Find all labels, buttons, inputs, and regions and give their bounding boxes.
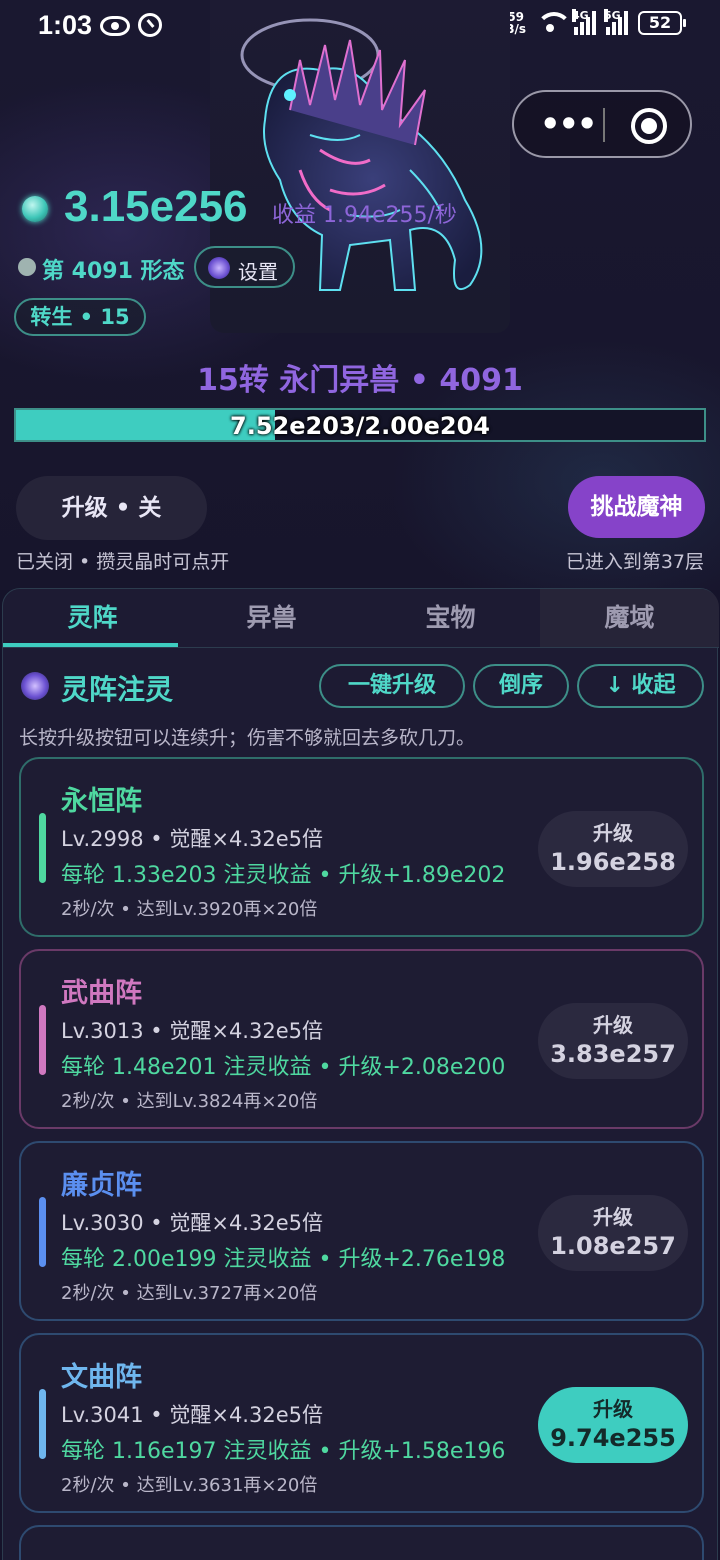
signal-4g-label: 4G [572, 8, 589, 22]
tab-bar: 灵阵 异兽 宝物 魔域 [3, 589, 719, 647]
formation-income: 每轮 2.00e199 注灵收益 • 升级+2.76e198 [61, 1247, 506, 1272]
wifi-icon [536, 11, 572, 34]
section-hint: 长按升级按钮可以连续升；伤害不够就回去多砍几刀。 [19, 727, 476, 749]
miniprogram-capsule: ••• [512, 90, 692, 158]
crystal-count: 3.15e256 [64, 182, 248, 231]
upgrade-button[interactable]: 升级 1.96e258 [538, 811, 688, 887]
formation-name: 武曲阵 [61, 978, 142, 1009]
challenge-demon-button[interactable]: 挑战魔神 [568, 476, 705, 538]
alarm-icon [138, 13, 162, 37]
upgrade-label: 升级 [593, 1013, 633, 1037]
formation-accent-bar [39, 1197, 46, 1267]
formation-orb-icon [21, 672, 49, 700]
upgrade-label: 升级 [593, 1397, 633, 1421]
clock: 1:03 [38, 10, 93, 40]
signal-5g-icon: 5G [604, 8, 628, 35]
auto-upgrade-toggle[interactable]: 升级 • 关 [16, 476, 207, 540]
settings-button[interactable]: 设置 [194, 246, 295, 288]
tab-treasure[interactable]: 宝物 [361, 589, 540, 647]
close-miniprogram-icon[interactable] [631, 108, 667, 144]
formation-rate: 2秒/次 • 达到Lv.3631再×20倍 [61, 1475, 318, 1496]
form-number: 第 4091 形态 [42, 259, 185, 284]
capsule-divider [603, 108, 605, 142]
progress-text: 7.52e203/2.00e204 [230, 412, 490, 440]
formation-level: Lv.3041 • 觉醒×4.32e5倍 [61, 1403, 323, 1427]
orb-icon [208, 257, 230, 279]
formation-rate: 2秒/次 • 达到Lv.3920再×20倍 [61, 899, 318, 920]
layer-progress-note: 已进入到第37层 [565, 551, 704, 573]
upgrade-cost: 9.74e255 [550, 1424, 676, 1452]
formation-rate: 2秒/次 • 达到Lv.3727再×20倍 [61, 1283, 318, 1304]
stage-progress-bar: 7.52e203/2.00e204 [14, 408, 706, 442]
skull-icon [18, 258, 36, 276]
settings-label: 设置 [238, 260, 278, 284]
formation-name: 文曲阵 [61, 1362, 142, 1393]
upgrade-label: 升级 [593, 821, 633, 845]
formation-card: 武曲阵 Lv.3013 • 觉醒×4.32e5倍 每轮 1.48e201 注灵收… [19, 949, 704, 1129]
formation-name: 廉贞阵 [61, 1170, 142, 1201]
eye-icon [100, 16, 130, 36]
formation-rate: 2秒/次 • 达到Lv.3824再×20倍 [61, 1091, 318, 1112]
signal-4g-icon: 4G [572, 8, 596, 35]
upgrade-cost: 1.96e258 [550, 848, 676, 876]
rebirth-badge[interactable]: 转生 • 15 [14, 298, 146, 336]
upgrade-label: 升级 [593, 1205, 633, 1229]
formation-card: 廉贞阵 Lv.3030 • 觉醒×4.32e5倍 每轮 2.00e199 注灵收… [19, 1141, 704, 1321]
formation-income: 每轮 1.16e197 注灵收益 • 升级+1.58e196 [61, 1439, 506, 1464]
signal-5g-label: 5G [604, 8, 621, 22]
auto-upgrade-note: 已关闭 • 攒灵晶时可点开 [16, 551, 230, 573]
income-rate: 收益 1.94e255/秒 [272, 203, 457, 228]
tab-formation[interactable]: 灵阵 [3, 589, 182, 647]
formation-card: 永恒阵 Lv.2998 • 觉醒×4.32e5倍 每轮 1.33e203 注灵收… [19, 757, 704, 937]
upgrade-button[interactable]: 升级 1.08e257 [538, 1195, 688, 1271]
formation-accent-bar [39, 1389, 46, 1459]
stage-title: 15转 永门异兽 • 4091 [197, 363, 523, 398]
formation-card-partial [19, 1525, 704, 1560]
formation-income: 每轮 1.48e201 注灵收益 • 升级+2.08e200 [61, 1055, 506, 1080]
formation-accent-bar [39, 1005, 46, 1075]
reverse-order-button[interactable]: 倒序 [473, 664, 569, 708]
tab-divider [3, 647, 719, 648]
formation-level: Lv.2998 • 觉醒×4.32e5倍 [61, 827, 323, 851]
upgrade-cost: 1.08e257 [550, 1232, 676, 1260]
main-panel: 灵阵 异兽 宝物 魔域 灵阵注灵 一键升级 倒序 ↓ 收起 长按升级按钮可以连续… [2, 588, 719, 1560]
upgrade-button[interactable]: 升级 3.83e257 [538, 1003, 688, 1079]
upgrade-cost: 3.83e257 [550, 1040, 676, 1068]
formation-accent-bar [39, 813, 46, 883]
upgrade-all-button[interactable]: 一键升级 [319, 664, 465, 708]
upgrade-button[interactable]: 升级 9.74e255 [538, 1387, 688, 1463]
tab-beast[interactable]: 异兽 [182, 589, 361, 647]
formation-income: 每轮 1.33e203 注灵收益 • 升级+1.89e202 [61, 863, 506, 888]
formation-level: Lv.3013 • 觉醒×4.32e5倍 [61, 1019, 323, 1043]
more-icon[interactable]: ••• [540, 108, 597, 140]
formation-level: Lv.3030 • 觉醒×4.32e5倍 [61, 1211, 323, 1235]
formation-card: 文曲阵 Lv.3041 • 觉醒×4.32e5倍 每轮 1.16e197 注灵收… [19, 1333, 704, 1513]
formation-name: 永恒阵 [61, 786, 142, 817]
spirit-crystal-icon [22, 196, 48, 222]
section-title: 灵阵注灵 [61, 673, 174, 706]
tab-demon-realm[interactable]: 魔域 [540, 589, 719, 647]
collapse-button[interactable]: ↓ 收起 [577, 664, 704, 708]
battery-icon: 52 [638, 10, 686, 35]
